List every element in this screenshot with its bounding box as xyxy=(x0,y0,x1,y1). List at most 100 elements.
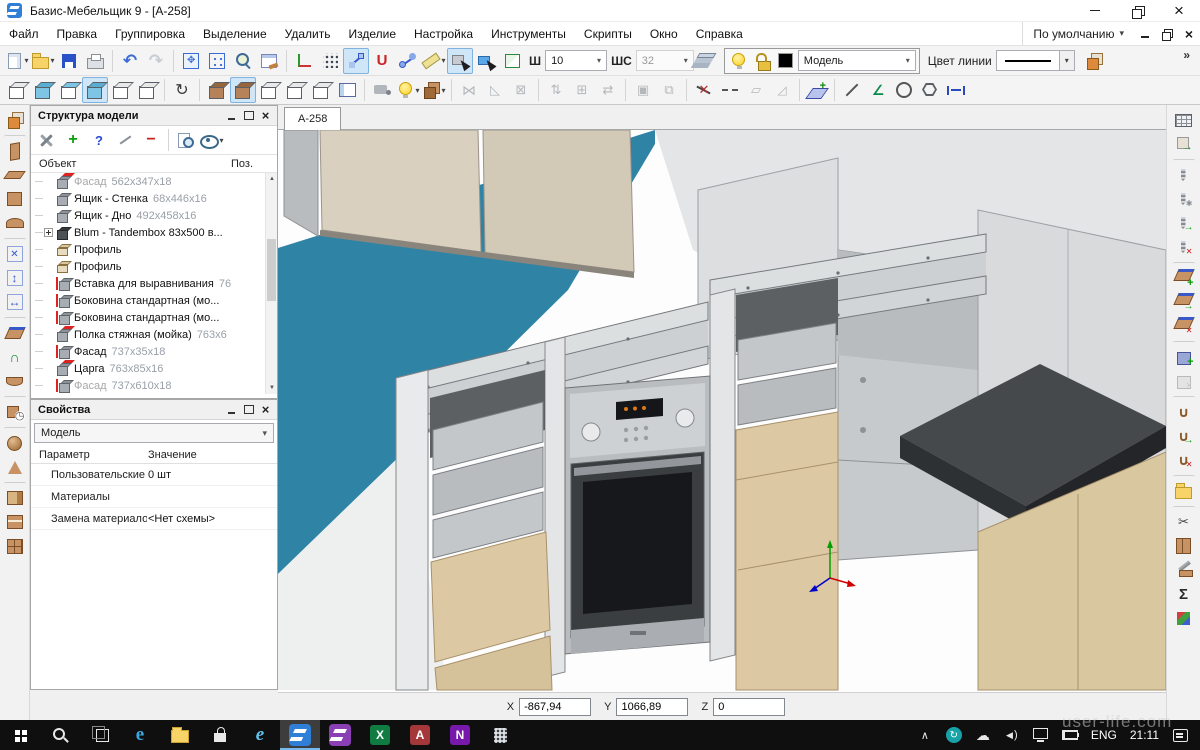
tree-item[interactable]: Царга 763x85x16 xyxy=(31,360,265,377)
draw-circle-button[interactable] xyxy=(891,77,917,103)
render-sketch-button[interactable] xyxy=(308,77,334,103)
volume-icon[interactable] xyxy=(1004,727,1020,743)
save-button[interactable] xyxy=(56,48,82,74)
window-minimize-button[interactable] xyxy=(1074,0,1116,21)
new-file-button[interactable] xyxy=(4,48,30,74)
tree-item[interactable]: Ящик - Стенка 68x446x16 xyxy=(31,190,265,207)
edge-add-icon[interactable] xyxy=(1171,266,1197,290)
window-restore-button[interactable] xyxy=(1116,0,1158,21)
tree-item[interactable]: Blum - Tandembox 83x500 в... xyxy=(31,224,265,241)
redraw-button[interactable] xyxy=(256,48,282,74)
rotate-view-button[interactable] xyxy=(169,77,195,103)
structure-tools-button[interactable] xyxy=(34,127,60,153)
groove-replace-icon[interactable] xyxy=(1171,424,1197,448)
expand-toggle[interactable] xyxy=(44,228,53,237)
cut-icon[interactable] xyxy=(1171,510,1197,534)
view-current-button[interactable] xyxy=(82,77,108,103)
access-icon[interactable]: A xyxy=(400,720,440,750)
draw-line-button[interactable] xyxy=(839,77,865,103)
document-restore-button[interactable] xyxy=(1156,25,1178,43)
tray-expand-icon[interactable] xyxy=(917,727,933,743)
edge-delete-icon[interactable] xyxy=(1171,314,1197,338)
line-style-combobox[interactable] xyxy=(996,50,1060,71)
copy-sheets-icon[interactable] xyxy=(2,108,28,132)
file-explorer-icon[interactable] xyxy=(160,720,200,750)
edge-panel-icon[interactable] xyxy=(2,321,28,345)
scrollbar-thumb[interactable] xyxy=(267,239,276,301)
structure-link-button[interactable] xyxy=(112,127,138,153)
panel-title-bar[interactable]: Структура модели xyxy=(31,106,277,126)
structure-add-button[interactable] xyxy=(60,127,86,153)
dashed-line-button[interactable] xyxy=(717,77,743,103)
view-top-face-button[interactable] xyxy=(56,77,82,103)
menu-item[interactable]: Удалить xyxy=(276,23,340,45)
copy-model-icon[interactable] xyxy=(1171,132,1197,156)
tree-item[interactable]: Фасад 562x347x18 xyxy=(31,173,265,190)
render-solid-button[interactable] xyxy=(204,77,230,103)
layer-combobox[interactable]: Модель xyxy=(798,50,916,71)
drill-part-icon[interactable] xyxy=(1171,558,1197,582)
groove-delete-icon[interactable] xyxy=(1171,448,1197,472)
document-minimize-button[interactable] xyxy=(1134,25,1156,43)
scheme-dropdown[interactable]: По умолчанию xyxy=(1033,27,1134,41)
panel-square-icon[interactable] xyxy=(2,187,28,211)
box-door-icon[interactable] xyxy=(2,486,28,510)
network-icon[interactable] xyxy=(1033,727,1049,743)
panel-maximize-button[interactable] xyxy=(241,403,256,417)
z-coordinate-input[interactable] xyxy=(713,698,785,716)
panel-title-bar[interactable]: Свойства xyxy=(31,400,277,420)
menu-item[interactable]: Окно xyxy=(641,23,687,45)
panel-horizontal-icon[interactable] xyxy=(2,163,28,187)
view-front-face-button[interactable] xyxy=(30,77,56,103)
3d-canvas[interactable] xyxy=(278,130,1166,692)
zoom-selected-button[interactable] xyxy=(204,48,230,74)
dimensions-icon[interactable] xyxy=(2,242,28,266)
document-tab[interactable]: A-258 xyxy=(284,107,341,130)
window-split-button[interactable] xyxy=(334,77,360,103)
curved-panel-icon[interactable] xyxy=(2,369,28,393)
3d-scene[interactable] xyxy=(278,130,1166,692)
print-button[interactable] xyxy=(82,48,108,74)
menu-item[interactable]: Файл xyxy=(0,23,48,45)
grid-button[interactable] xyxy=(317,48,343,74)
copy-style-button[interactable] xyxy=(1081,48,1107,74)
view-free-orbit-button[interactable] xyxy=(134,77,160,103)
onenote-icon[interactable]: N xyxy=(440,720,480,750)
bent-facade-icon[interactable] xyxy=(2,345,28,369)
excel-icon[interactable]: X xyxy=(360,720,400,750)
tree-item[interactable]: Профиль xyxy=(31,241,265,258)
built-in-oven[interactable] xyxy=(565,376,710,654)
view-iso-button[interactable] xyxy=(108,77,134,103)
sync-icon[interactable] xyxy=(946,727,962,743)
measure-button[interactable] xyxy=(421,48,447,74)
textures-button[interactable] xyxy=(421,77,447,103)
render-wire-button[interactable] xyxy=(282,77,308,103)
lighting-button[interactable] xyxy=(395,77,421,103)
panel-close-button[interactable] xyxy=(258,403,273,417)
panel-close-button[interactable] xyxy=(258,109,273,123)
rotate-panel-icon[interactable] xyxy=(2,400,28,424)
snap-line-button[interactable] xyxy=(343,48,369,74)
window-close-button[interactable] xyxy=(1158,0,1200,21)
tree-scrollbar[interactable] xyxy=(265,173,277,394)
edge-replace-icon[interactable] xyxy=(1171,290,1197,314)
tree-item[interactable]: Фасад 737x35x18 xyxy=(31,343,265,360)
tree-item[interactable]: Профиль xyxy=(31,258,265,275)
menu-item[interactable]: Инструменты xyxy=(482,23,575,45)
menu-item[interactable]: Группировка xyxy=(106,23,194,45)
start-button[interactable] xyxy=(0,720,40,750)
toolbar-overflow-button[interactable]: » xyxy=(1183,46,1196,62)
structure-preview-button[interactable] xyxy=(173,127,199,153)
draw-angle-button[interactable] xyxy=(865,77,891,103)
line-style-dropdown-button[interactable] xyxy=(1060,50,1075,71)
select-parts-button[interactable] xyxy=(447,48,473,74)
panel-minimize-button[interactable] xyxy=(224,403,239,417)
open-file-button[interactable] xyxy=(30,48,56,74)
tree-item[interactable]: Боковина стандартная (мо... xyxy=(31,309,265,326)
zoom-extents-button[interactable] xyxy=(178,48,204,74)
panel-vertical-icon[interactable] xyxy=(2,139,28,163)
tree-item[interactable]: Полка стяжная (мойка) 763x6 xyxy=(31,326,265,343)
menu-item[interactable]: Выделение xyxy=(194,23,276,45)
view-3d-button[interactable] xyxy=(499,48,525,74)
groove-icon[interactable] xyxy=(1171,400,1197,424)
